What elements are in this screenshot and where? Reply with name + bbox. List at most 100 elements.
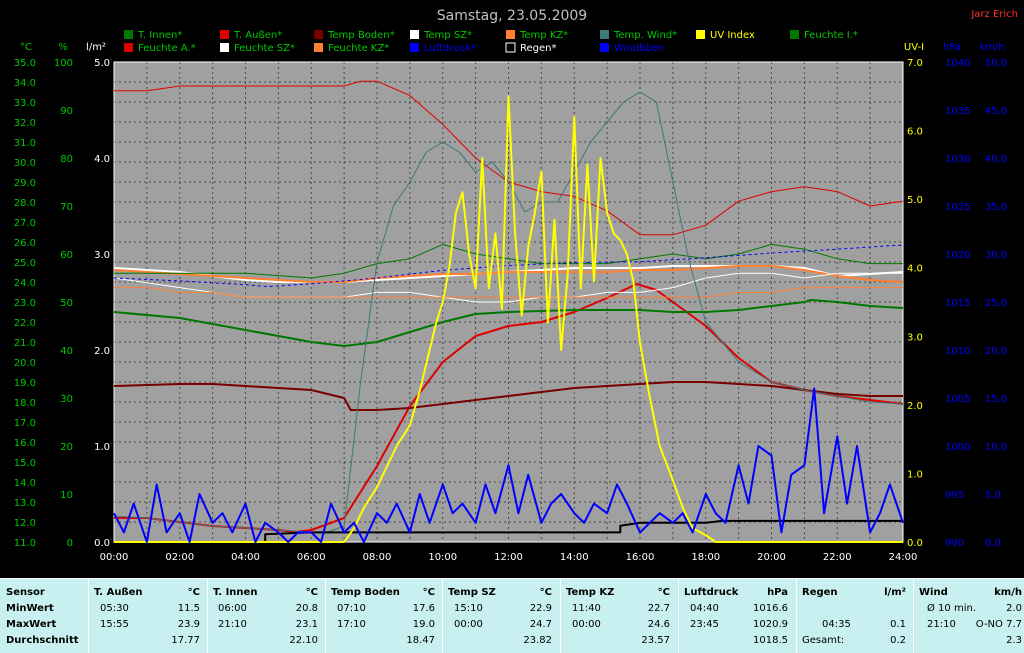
tick-right_hpa: 1020 — [945, 250, 970, 261]
max-value: O-NO 7.7 — [975, 619, 1022, 630]
avg-value: 23.57 — [641, 635, 670, 646]
legend-swatch — [314, 30, 323, 39]
tick-left_temp: 29.0 — [14, 178, 36, 189]
tick-left_temp: 13.0 — [14, 498, 36, 509]
tick-right_kmh: 45.0 — [985, 106, 1007, 117]
tick-left_temp: 28.0 — [14, 198, 36, 209]
col-title-regen: Regen — [802, 587, 838, 598]
min-time: 15:10 — [454, 603, 483, 614]
legend-label: UV Index — [710, 30, 755, 41]
tick-right_kmh: 30.0 — [985, 250, 1007, 261]
chart-title: Samstag, 23.05.2009 — [437, 8, 587, 24]
tick-left_temp: 30.0 — [14, 158, 36, 169]
legend-swatch — [314, 43, 323, 52]
tick-right_hpa: 1040 — [945, 58, 970, 69]
tick-left_pct: 20 — [60, 442, 73, 453]
legend-label: Luftdruck* — [424, 43, 476, 54]
avg-value: 17.77 — [171, 635, 200, 646]
tick-right_kmh: 5.0 — [985, 490, 1001, 501]
axis-unit-hpa: hPa — [943, 42, 961, 53]
tick-right_hpa: 1000 — [945, 442, 970, 453]
min-value: 22.7 — [647, 603, 670, 614]
min-value: 2.0 — [1006, 603, 1022, 614]
max-time: 17:10 — [337, 619, 366, 630]
tick-left_temp: 35.0 — [14, 58, 36, 69]
col-unit: °C — [539, 587, 552, 598]
tick-left_temp: 22.0 — [14, 318, 36, 329]
tick-left_pct: 30 — [60, 394, 73, 405]
tick-x: 20:00 — [757, 552, 786, 563]
tick-left_pct: 50 — [60, 298, 73, 309]
legend-label: Feuchte KZ* — [328, 43, 389, 54]
tick-left_temp: 23.0 — [14, 298, 36, 309]
row-label-sensor: Sensor — [6, 587, 45, 598]
row-label-min: MinWert — [6, 603, 54, 614]
avg-value: 23.82 — [523, 635, 552, 646]
min-time: 11:40 — [572, 603, 601, 614]
min-time: 06:00 — [218, 603, 247, 614]
avg-value: 1018.5 — [753, 635, 788, 646]
tick-right_kmh: 20.0 — [985, 346, 1007, 357]
max-value: 19.0 — [412, 619, 435, 630]
tick-right_hpa: 990 — [945, 538, 964, 549]
axis-unit-kmh: km/h — [979, 42, 1004, 53]
legend-swatch — [124, 43, 133, 52]
avg-value: 18.47 — [406, 635, 435, 646]
weather-chart: Samstag, 23.05.2009 Jarz Erich T. Innen* T.… — [14, 8, 1018, 563]
tick-left_rain: 4.0 — [94, 154, 110, 165]
tick-left_pct: 10 — [60, 490, 73, 501]
col-title-temp-sz: Temp SZ — [448, 587, 496, 598]
tick-left_temp: 11.0 — [14, 538, 36, 549]
tick-left_rain: 0.0 — [94, 538, 110, 549]
tick-left_temp: 21.0 — [14, 338, 36, 349]
max-value: 23.1 — [295, 619, 318, 630]
tick-left_pct: 80 — [60, 154, 73, 165]
legend-swatch — [220, 30, 229, 39]
tick-left_rain: 1.0 — [94, 442, 110, 453]
max-time: 04:35 — [822, 619, 851, 630]
max-time: 15:55 — [100, 619, 129, 630]
tick-right_hpa: 1005 — [945, 394, 970, 405]
axis-unit-pct: % — [58, 42, 68, 53]
legend-label: Regen* — [520, 43, 557, 54]
max-time: 21:10 — [218, 619, 247, 630]
min-value: 20.8 — [295, 603, 318, 614]
legend-swatch — [506, 30, 515, 39]
legend-swatch — [505, 42, 516, 53]
tick-right_uv: 1.0 — [907, 469, 923, 480]
summary-table: Sensor MinWert MaxWert Durchschnitt T. A… — [0, 578, 1024, 653]
col-title-temp-kz: Temp KZ — [566, 587, 615, 598]
tick-left_pct: 60 — [60, 250, 73, 261]
tick-left_temp: 27.0 — [14, 218, 36, 229]
tick-right_kmh: 35.0 — [985, 202, 1007, 213]
col-divider — [207, 578, 208, 653]
col-unit: hPa — [767, 587, 788, 598]
col-title-luftdruck: Luftdruck — [684, 587, 739, 598]
tick-x: 10:00 — [428, 552, 457, 563]
tick-left_pct: 100 — [54, 58, 73, 69]
legend-label: Temp. Wind* — [613, 30, 677, 41]
col-divider — [913, 578, 914, 653]
tick-right_hpa: 1035 — [945, 106, 970, 117]
col-title-wind: Wind — [919, 587, 948, 598]
legend-swatch — [410, 43, 419, 52]
tick-left_rain: 5.0 — [94, 58, 110, 69]
legend-swatch — [410, 30, 419, 39]
col-unit: l/m² — [884, 587, 906, 598]
col-unit: km/h — [994, 587, 1022, 598]
tick-right_uv: 4.0 — [907, 264, 923, 275]
tick-x: 02:00 — [165, 552, 194, 563]
tick-x: 04:00 — [231, 552, 260, 563]
max-time: 00:00 — [572, 619, 601, 630]
summary-top-border — [0, 578, 1024, 579]
max-value: 0.1 — [890, 619, 906, 630]
legend-label: Temp KZ* — [519, 30, 568, 41]
legend-label: Feuchte SZ* — [234, 43, 295, 54]
tick-left_temp: 14.0 — [14, 478, 36, 489]
min-time: 05:30 — [100, 603, 129, 614]
tick-right_hpa: 1010 — [945, 346, 970, 357]
tick-left_pct: 90 — [60, 106, 73, 117]
min-value: 1016.6 — [753, 603, 788, 614]
tick-left_temp: 25.0 — [14, 258, 36, 269]
tick-right_uv: 5.0 — [907, 195, 923, 206]
